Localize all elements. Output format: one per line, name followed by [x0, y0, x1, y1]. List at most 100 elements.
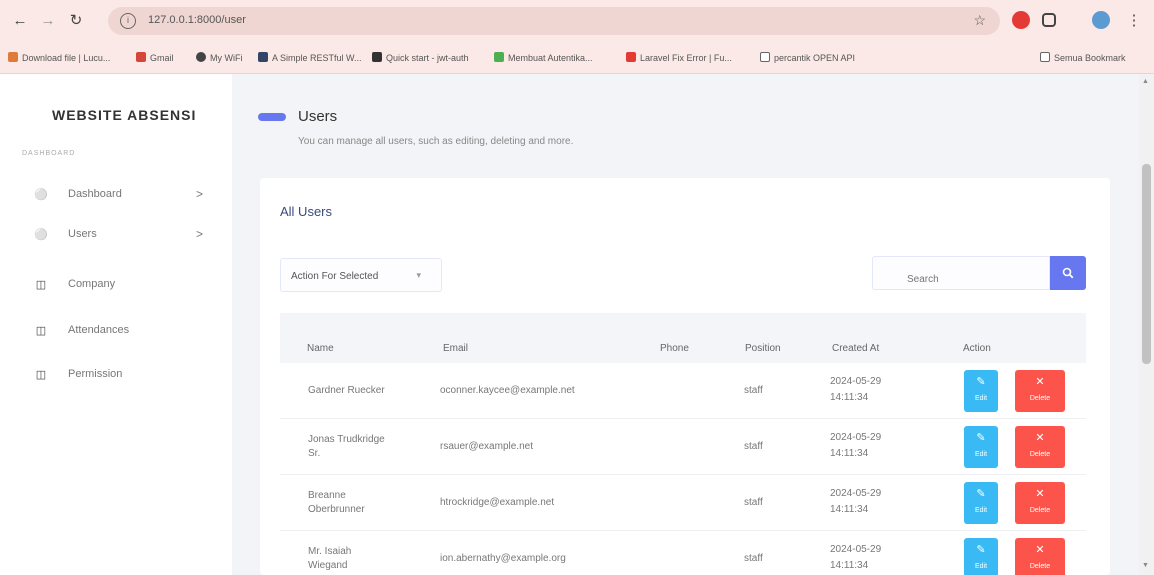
- bookmark-favicon: [626, 52, 636, 62]
- bookmark-item[interactable]: A Simple RESTful W...: [258, 52, 362, 63]
- edit-icon: ✎: [976, 376, 986, 388]
- cell-created-time: 14:11:34: [830, 448, 869, 459]
- column-header-email: Email: [443, 343, 469, 354]
- extensions-icon[interactable]: [1042, 13, 1056, 27]
- delete-button[interactable]: ✕ Delete: [1015, 482, 1065, 524]
- column-header-position: Position: [745, 343, 781, 354]
- cell-created-time: 14:11:34: [830, 504, 869, 515]
- brand-title[interactable]: WEBSITE ABSENSI: [52, 107, 196, 123]
- sidebar-item-attendances[interactable]: ◫ Attendances: [0, 316, 232, 346]
- edit-icon: ✎: [976, 544, 986, 556]
- sidebar-item-dashboard[interactable]: ⚪ Dashboard >: [0, 180, 232, 210]
- edit-label: Edit: [974, 563, 988, 570]
- delete-button[interactable]: ✕ Delete: [1015, 370, 1065, 412]
- chevron-right-icon: >: [196, 227, 204, 241]
- bookmark-item[interactable]: Laravel Fix Error | Fu...: [626, 52, 732, 63]
- cell-name-line2: Sr.: [308, 448, 321, 459]
- browser-menu-icon[interactable]: ⋮: [1124, 11, 1144, 31]
- bookmark-label: Gmail: [150, 53, 174, 63]
- column-header-action: Action: [963, 343, 991, 354]
- bookmark-item[interactable]: Quick start - jwt-auth: [372, 52, 469, 63]
- sidebar-item-company[interactable]: ◫ Company: [0, 270, 232, 300]
- edit-button[interactable]: ✎ Edit: [964, 482, 998, 524]
- bookmark-label: A Simple RESTful W...: [272, 53, 362, 63]
- edit-button[interactable]: ✎ Edit: [964, 426, 998, 468]
- bookmark-item[interactable]: percantik OPEN API: [760, 52, 855, 63]
- cell-email: ion.abernathy@example.org: [440, 553, 566, 564]
- gmail-icon: [136, 52, 146, 62]
- bookmark-label: Download file | Lucu...: [22, 53, 111, 63]
- search-button[interactable]: [1050, 256, 1086, 290]
- edit-label: Edit: [974, 451, 988, 458]
- edit-button[interactable]: ✎ Edit: [964, 538, 998, 575]
- search-input[interactable]: [872, 256, 1050, 290]
- scroll-down-icon[interactable]: ▼: [1142, 562, 1149, 569]
- close-icon: ✕: [1035, 432, 1045, 444]
- delete-button[interactable]: ✕ Delete: [1015, 426, 1065, 468]
- profile-avatar[interactable]: [1092, 11, 1110, 29]
- bookmarks-bar: Download file | Lucu... Gmail My WiFi A …: [0, 42, 1154, 74]
- address-bar[interactable]: i 127.0.0.1:8000/user ☆: [108, 7, 1000, 35]
- users-card: All Users Action For Selected ▾ Name Ema…: [260, 178, 1110, 575]
- globe-icon: [196, 52, 206, 62]
- cell-name-line2: Oberbrunner: [308, 504, 365, 515]
- edit-label: Edit: [974, 395, 988, 402]
- sidebar-toggle-pill[interactable]: [258, 113, 286, 121]
- sidebar-item-label: Dashboard: [68, 188, 122, 200]
- columns-icon: ◫: [35, 325, 47, 337]
- sidebar-item-users[interactable]: ⚪ Users >: [0, 220, 232, 250]
- column-header-name: Name: [307, 343, 334, 354]
- cell-name: Mr. Isaiah: [308, 546, 352, 557]
- menu-section-label: DASHBOARD: [22, 150, 76, 157]
- cell-name-line2: Wiegand: [308, 560, 348, 571]
- cell-email: htrockridge@example.net: [440, 497, 555, 508]
- page-scrollbar[interactable]: ▲ ▼: [1139, 74, 1154, 575]
- delete-button[interactable]: ✕ Delete: [1015, 538, 1065, 575]
- cell-created-date: 2024-05-29: [830, 376, 882, 387]
- table-header: Name Email Phone Position Created At Act…: [280, 313, 1086, 363]
- bookmark-star-icon[interactable]: ☆: [973, 12, 986, 29]
- bookmark-item[interactable]: Membuat Autentika...: [494, 52, 593, 63]
- delete-label: Delete: [1029, 395, 1051, 402]
- extension-record-icon[interactable]: [1012, 11, 1030, 29]
- url-text: 127.0.0.1:8000/user: [148, 14, 246, 26]
- table-row: Jonas Trudkridge Sr. rsauer@example.net …: [280, 419, 1086, 475]
- bookmark-favicon: [494, 52, 504, 62]
- all-bookmarks-label: Semua Bookmark: [1054, 53, 1126, 63]
- reload-icon[interactable]: ↻: [66, 11, 86, 31]
- sidebar: WEBSITE ABSENSI DASHBOARD ⚪ Dashboard > …: [0, 74, 232, 575]
- close-icon: ✕: [1035, 488, 1045, 500]
- cell-position: staff: [744, 553, 763, 564]
- sidebar-item-label: Users: [68, 228, 97, 240]
- columns-icon: ◫: [35, 279, 47, 291]
- sidebar-item-label: Company: [68, 278, 116, 290]
- sidebar-item-label: Attendances: [68, 324, 130, 336]
- cell-position: staff: [744, 441, 763, 452]
- bookmark-item[interactable]: Download file | Lucu...: [8, 52, 110, 63]
- cell-name: Gardner Ruecker: [308, 385, 385, 396]
- chevron-right-icon: >: [196, 187, 204, 201]
- bookmark-label: Membuat Autentika...: [508, 53, 593, 63]
- delete-label: Delete: [1029, 507, 1051, 514]
- bookmark-label: Laravel Fix Error | Fu...: [640, 53, 732, 63]
- column-header-phone: Phone: [660, 343, 689, 354]
- scrollbar-thumb[interactable]: [1142, 164, 1151, 364]
- edit-button[interactable]: ✎ Edit: [964, 370, 998, 412]
- scroll-up-icon[interactable]: ▲: [1142, 78, 1149, 85]
- table-row: Gardner Ruecker oconner.kaycee@example.n…: [280, 363, 1086, 419]
- cell-position: staff: [744, 385, 763, 396]
- bookmark-item[interactable]: My WiFi: [196, 52, 243, 63]
- cell-position: staff: [744, 497, 763, 508]
- sidebar-item-label: Permission: [68, 368, 123, 380]
- delete-label: Delete: [1029, 451, 1051, 458]
- bookmark-item[interactable]: Gmail: [136, 52, 174, 63]
- bookmark-favicon: [258, 52, 268, 62]
- back-icon[interactable]: ←: [10, 11, 30, 31]
- site-info-icon[interactable]: i: [120, 13, 136, 29]
- sidebar-item-permission[interactable]: ◫ Permission: [0, 360, 232, 390]
- forward-icon[interactable]: →: [38, 11, 58, 31]
- cell-name: Breanne: [308, 490, 346, 501]
- fire-icon: ⚪: [34, 229, 48, 241]
- all-bookmarks[interactable]: Semua Bookmark: [1040, 52, 1126, 63]
- bulk-action-select[interactable]: Action For Selected ▾: [280, 258, 442, 292]
